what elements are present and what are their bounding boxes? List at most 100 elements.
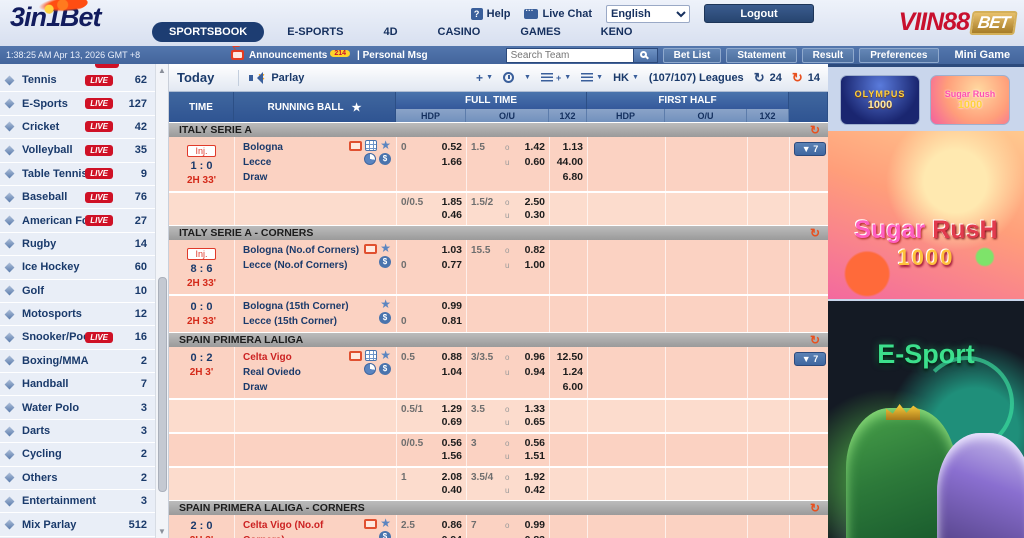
sidebar-item-ice-hockey[interactable]: Ice Hockey 60 (0, 256, 155, 280)
odds-value[interactable]: 1.03 (433, 243, 462, 258)
language-select[interactable]: English (606, 4, 690, 23)
odds-value[interactable]: 12.50 (554, 350, 583, 365)
personal-msg-link[interactable]: | Personal Msg (357, 50, 428, 61)
team-name[interactable]: Lecce (15th Corner) (243, 314, 392, 329)
odds-value[interactable]: 1.51 (515, 450, 545, 463)
league-refresh-icon[interactable]: ↻ (810, 123, 820, 137)
nav-tab-4d[interactable]: 4D (366, 22, 414, 42)
odds-value[interactable]: 0.88 (433, 350, 462, 365)
money-icon[interactable]: $ (379, 153, 391, 165)
search-button[interactable] (633, 47, 658, 63)
statement-button[interactable]: Statement (726, 47, 797, 63)
team-name[interactable]: Draw (243, 170, 392, 185)
live-refresh-control[interactable]: ↻ 14 (792, 70, 820, 86)
league-refresh-icon[interactable]: ↻ (810, 226, 820, 240)
odds-value[interactable]: 0.60 (515, 155, 545, 170)
scrollbar-thumb[interactable] (158, 277, 167, 493)
odds-value[interactable]: 0.94 (515, 365, 545, 380)
odds-format-select[interactable]: HK ▼ (613, 72, 639, 84)
odds-value[interactable]: 1.56 (433, 450, 462, 463)
favorite-star-icon[interactable]: ★ (380, 139, 391, 151)
odds-value[interactable]: 1.85 (433, 196, 462, 209)
win88bet-logo[interactable]: VIIN88 BET (899, 8, 1018, 37)
money-icon[interactable]: $ (379, 363, 391, 375)
esport-banner[interactable]: E-Sport (828, 301, 1024, 538)
announcements-link[interactable]: Announcements 214 (249, 49, 353, 61)
odds-value[interactable]: 0.83 (515, 533, 545, 538)
more-bets-button[interactable]: ▼ 7 (794, 142, 826, 156)
refresh-control[interactable]: ↻ 24 (754, 70, 782, 86)
view-mode-control[interactable]: ▼ (581, 73, 603, 82)
sidebar-item-table-tennis[interactable]: Table Tennis LIVE 9 (0, 163, 155, 186)
logout-button[interactable]: Logout (704, 4, 814, 23)
sidebar-item-american-foot[interactable]: American Foot...LIVE 27 (0, 209, 155, 233)
odds-value[interactable]: 2.50 (515, 196, 545, 209)
sidebar-item-snooker-pool[interactable]: Snooker/PoolLIVE 16 (0, 326, 155, 350)
odds-value[interactable]: 0.69 (433, 416, 462, 429)
more-bets-button[interactable]: ▼ 7 (794, 352, 826, 366)
odds-value[interactable]: 1.66 (433, 155, 462, 170)
leagues-filter[interactable]: (107/107) Leagues (649, 72, 744, 84)
team-name[interactable]: Draw (243, 380, 392, 395)
sidebar-item-handball[interactable]: Handball 7 (0, 373, 155, 397)
tv-icon[interactable] (349, 140, 363, 151)
tab-parlay[interactable]: Parlay (271, 72, 304, 84)
odds-value[interactable]: 1.13 (554, 140, 583, 155)
preferences-button[interactable]: Preferences (859, 47, 939, 63)
sidebar-item-entertainment[interactable]: Entertainment 3 (0, 490, 155, 514)
team-name[interactable]: Celta Vigo (No.of Corners) (243, 518, 343, 538)
favorite-star-icon[interactable]: ★ (380, 242, 391, 254)
tab-today[interactable]: Today (177, 70, 214, 85)
scroll-up-arrow[interactable]: ▲ (156, 66, 168, 75)
odds-value[interactable]: 0.52 (433, 140, 462, 155)
game-thumb-sugar-rush-1000[interactable]: Sugar Rush 1000 (930, 75, 1010, 125)
odds-value[interactable]: 1.42 (515, 140, 545, 155)
mute-icon[interactable]: ✕ (249, 71, 265, 84)
odds-value[interactable]: 0.99 (433, 299, 462, 314)
sidebar-item-baseball[interactable]: Baseball LIVE 76 (0, 186, 155, 210)
odds-value[interactable]: 0.81 (433, 314, 462, 329)
sidebar-item-darts[interactable]: Darts 3 (0, 420, 155, 444)
stats-grid-icon[interactable] (365, 140, 378, 151)
help-link[interactable]: ? Help (470, 7, 510, 20)
odds-value[interactable]: 44.00 (554, 155, 583, 170)
sidebar-item-cycling[interactable]: Cycling 2 (0, 443, 155, 467)
chart-icon[interactable] (364, 153, 376, 165)
sugar-rush-banner[interactable]: Sugar RusH 1000 (828, 131, 1024, 299)
live-chat-link[interactable]: Live Chat (524, 6, 592, 20)
odds-value[interactable]: 0.94 (433, 533, 462, 538)
search-input[interactable] (505, 47, 634, 63)
scroll-down-arrow[interactable]: ▼ (156, 527, 168, 536)
odds-value[interactable]: 0.56 (515, 437, 545, 450)
nav-tab-e-sports[interactable]: E-SPORTS (270, 22, 360, 42)
site-logo[interactable]: 3in1Bet (10, 0, 102, 33)
result-button[interactable]: Result (801, 47, 855, 63)
tv-icon[interactable] (364, 243, 378, 254)
time-filter-caret[interactable]: ▼ (524, 74, 531, 81)
sort-add-control[interactable]: + ▼ (540, 73, 571, 83)
time-filter-control[interactable] (503, 72, 514, 83)
bet-list-button[interactable]: Bet List (662, 47, 722, 63)
nav-tab-games[interactable]: GAMES (503, 22, 577, 42)
sidebar-item-motosports[interactable]: Motosports 12 (0, 303, 155, 327)
sidebar-item-rugby[interactable]: Rugby 14 (0, 233, 155, 257)
chart-icon[interactable] (364, 363, 376, 375)
odds-value[interactable]: 0.96 (515, 350, 545, 365)
sidebar-item-volleyball[interactable]: Volleyball LIVE 35 (0, 139, 155, 163)
odds-value[interactable]: 1.29 (433, 403, 462, 416)
favorite-star-icon[interactable]: ★ (380, 349, 391, 361)
game-thumb-olympus-1000[interactable]: OLYMPUS 1000 (840, 75, 920, 125)
sidebar-scrollbar[interactable]: ▲ ▼ (155, 64, 169, 538)
odds-value[interactable]: 1.24 (554, 365, 583, 380)
odds-value[interactable]: 0.46 (433, 209, 462, 222)
nav-tab-sportsbook[interactable]: SPORTSBOOK (152, 22, 265, 42)
odds-value[interactable]: 1.04 (433, 365, 462, 380)
odds-value[interactable]: 6.00 (554, 380, 583, 395)
money-icon[interactable]: $ (379, 256, 391, 268)
tv-icon[interactable] (364, 518, 378, 529)
odds-value[interactable]: 0.99 (515, 518, 545, 533)
league-refresh-icon[interactable]: ↻ (810, 501, 820, 515)
odds-value[interactable]: 0.42 (515, 484, 545, 497)
money-icon[interactable]: $ (379, 312, 391, 324)
sidebar-item-mix-parlay[interactable]: Mix Parlay 512 (0, 513, 155, 537)
